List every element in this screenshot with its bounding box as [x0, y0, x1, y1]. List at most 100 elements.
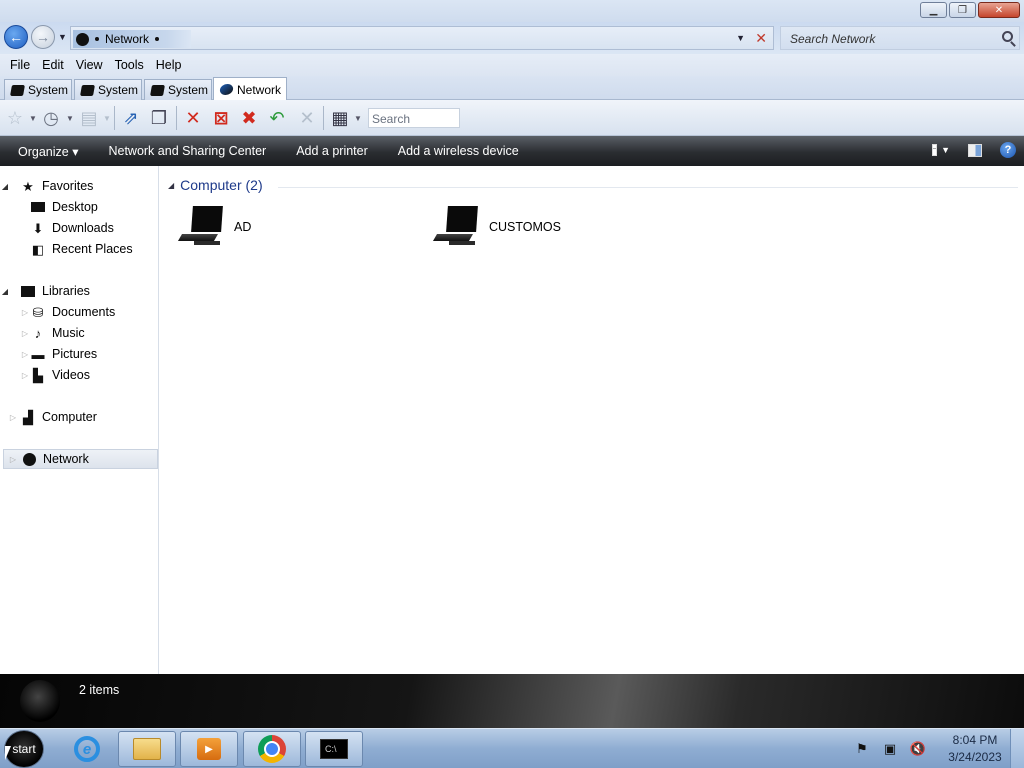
add-wireless-device-button[interactable]: Add a wireless device [383, 144, 534, 158]
nav-libraries[interactable]: ◢ Libraries [0, 281, 90, 301]
organize-button[interactable]: Organize ▾ [0, 144, 93, 159]
network-status-icon[interactable]: ▣ [882, 741, 898, 757]
tab-system-3[interactable]: System [144, 79, 212, 100]
action-center-flag-icon[interactable]: ⚑ [854, 741, 870, 757]
breadcrumb[interactable]: Network [73, 30, 191, 48]
nav-item-desktop[interactable]: Desktop [30, 197, 98, 217]
recent-pages-dropdown-icon[interactable]: ▼ [58, 32, 67, 42]
close-other-tabs-icon[interactable]: ⊠ [210, 107, 232, 129]
address-bar[interactable]: Network ▼ ✕ [70, 26, 774, 50]
menu-tools[interactable]: Tools [109, 58, 150, 72]
clock[interactable]: 8:04 PM 3/24/2023 [940, 732, 1010, 766]
taskbar-windows-explorer[interactable] [118, 731, 176, 767]
minimize-button[interactable]: ▁ [920, 2, 947, 18]
search-icon[interactable] [1002, 31, 1013, 42]
details-pane: 2 items [0, 674, 1024, 728]
tab-network[interactable]: Network [213, 77, 287, 101]
chrome-icon [258, 735, 286, 763]
tab-label: System [28, 83, 69, 97]
tab-label: Network [237, 82, 282, 97]
breadcrumb-separator-icon[interactable] [95, 37, 99, 41]
help-icon[interactable]: ? [1000, 142, 1016, 158]
network-globe-icon [76, 32, 89, 46]
preview-pane-icon[interactable] [968, 143, 982, 157]
menu-file[interactable]: File [4, 58, 36, 72]
music-icon: ♪ [34, 325, 42, 341]
expand-arrow-icon[interactable]: ◢ [0, 182, 10, 191]
clear-closed-tabs-icon[interactable]: ✕ [296, 107, 318, 129]
nav-item-videos[interactable]: ▷ ▙ Videos [20, 365, 90, 385]
nav-computer[interactable]: ▷ ▟ Computer [8, 407, 97, 427]
search-input[interactable]: Search Network [780, 26, 1020, 50]
undo-close-tab-icon[interactable]: ↶ [266, 107, 288, 129]
network-icon [219, 84, 234, 95]
duplicate-tab-icon[interactable]: ❐ [148, 107, 170, 129]
expand-arrow-icon[interactable]: ◢ [0, 287, 10, 296]
group-header-computer[interactable]: ◢ Computer (2) [168, 177, 263, 193]
taskbar-media-player[interactable]: ▶ [180, 731, 238, 767]
view-options-icon[interactable]: ▦ [329, 107, 351, 129]
back-button[interactable]: ← [4, 25, 28, 49]
nav-network[interactable]: ▷ Network [3, 449, 158, 469]
toolbar-search-input[interactable]: Search [368, 108, 460, 128]
dropdown-arrow-icon[interactable]: ▼ [103, 114, 111, 123]
close-button[interactable]: ✕ [978, 2, 1020, 18]
tab-system-2[interactable]: System [74, 79, 142, 100]
terminal-icon: C:\ [320, 739, 348, 759]
favorite-star-icon[interactable]: ☆ [4, 107, 26, 129]
computer-icon [432, 206, 479, 248]
change-view-button[interactable]: ▼ [932, 143, 950, 157]
forward-button[interactable]: → [31, 25, 55, 49]
collapse-arrow-icon[interactable]: ▷ [20, 308, 30, 317]
menu-view[interactable]: View [70, 58, 109, 72]
address-row: ← → ▼ Network ▼ ✕ Search Network [0, 22, 1024, 54]
breadcrumb-network[interactable]: Network [105, 32, 149, 46]
open-in-new-window-icon[interactable]: ⇗ [120, 107, 142, 129]
taskbar-internet-explorer[interactable]: e [58, 731, 116, 767]
collapse-group-icon[interactable]: ◢ [168, 181, 174, 190]
nav-item-music[interactable]: ▷ ♪ Music [20, 323, 85, 343]
chevron-down-icon[interactable]: ▼ [941, 145, 950, 155]
nav-label: Computer [42, 410, 97, 424]
taskbar-terminal[interactable]: C:\ [305, 731, 363, 767]
stop-icon[interactable]: ✕ [755, 30, 767, 47]
title-bar: ▁ ❐ ✕ [0, 0, 1024, 22]
collapse-arrow-icon[interactable]: ▷ [20, 329, 30, 338]
collapse-arrow-icon[interactable]: ▷ [8, 413, 18, 422]
toolbar-separator [114, 106, 115, 130]
script-icon[interactable]: ▤ [78, 107, 100, 129]
network-sharing-center-button[interactable]: Network and Sharing Center [93, 144, 281, 158]
dropdown-arrow-icon[interactable]: ▼ [29, 114, 37, 123]
nav-item-recent-places[interactable]: ◧ Recent Places [30, 239, 133, 259]
address-dropdown-icon[interactable]: ▼ [736, 33, 745, 43]
breadcrumb-separator-icon[interactable] [155, 37, 160, 41]
computer-item-customos[interactable]: CUSTOMOS [432, 206, 561, 248]
close-tab-icon[interactable]: ✕ [182, 107, 204, 129]
collapse-arrow-icon[interactable]: ▷ [8, 455, 18, 464]
menu-help[interactable]: Help [150, 58, 188, 72]
search-placeholder: Search Network [790, 32, 876, 46]
volume-muted-icon[interactable]: 🔇 [910, 741, 926, 757]
computer-icon [10, 84, 25, 96]
nav-item-documents[interactable]: ▷ ⛁ Documents [20, 302, 115, 322]
internet-explorer-icon: e [74, 736, 100, 762]
menu-edit[interactable]: Edit [36, 58, 70, 72]
desktop-icon [30, 200, 46, 214]
history-clock-icon[interactable]: ◷ [40, 107, 62, 129]
nav-favorites[interactable]: ◢ ★ Favorites [0, 176, 93, 196]
taskbar-chrome[interactable] [243, 731, 301, 767]
collapse-arrow-icon[interactable]: ▷ [20, 350, 30, 359]
tab-system-1[interactable]: System [4, 79, 72, 100]
close-all-tabs-icon[interactable]: ✖ [238, 107, 260, 129]
show-desktop-button[interactable] [1010, 729, 1024, 768]
dropdown-arrow-icon[interactable]: ▼ [66, 114, 74, 123]
maximize-button[interactable]: ❐ [949, 2, 976, 18]
computer-item-ad[interactable]: AD [177, 206, 252, 248]
nav-item-downloads[interactable]: ⬇ Downloads [30, 218, 114, 238]
collapse-arrow-icon[interactable]: ▷ [20, 371, 30, 380]
computer-item-label: AD [234, 220, 252, 234]
nav-item-pictures[interactable]: ▷ ▬ Pictures [20, 344, 97, 364]
add-printer-button[interactable]: Add a printer [281, 144, 383, 158]
dropdown-arrow-icon[interactable]: ▼ [354, 114, 362, 123]
nav-label: Documents [52, 305, 116, 319]
